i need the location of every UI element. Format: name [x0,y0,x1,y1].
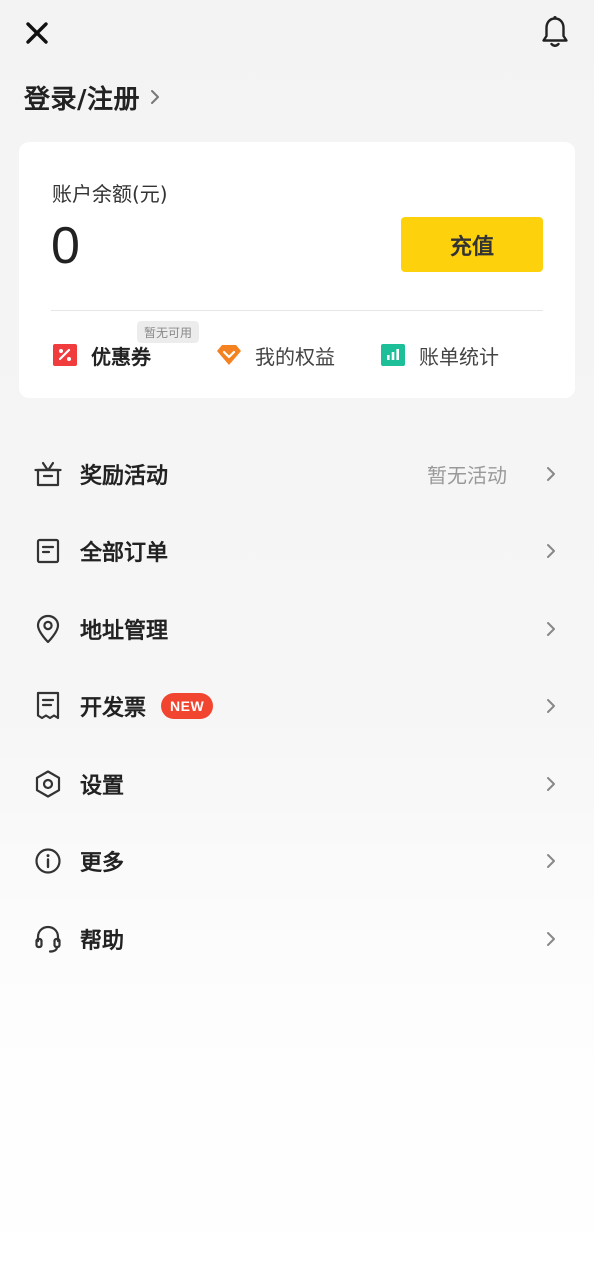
gift-icon [33,459,63,489]
menu-item-help[interactable]: 帮助 [0,900,594,978]
close-button[interactable] [22,18,52,48]
close-icon [26,22,48,44]
menu-list: 奖励活动 暂无活动 全部订单 地址管理 开发票 NEW 设置 更多 帮助 [0,435,594,978]
settings-hexagon-icon [33,769,63,799]
menu-item-label: 地址管理 [80,618,169,644]
chevron-right-icon [546,621,556,637]
coupon-shortcut[interactable]: 优惠券 [53,340,151,370]
menu-item-label: 更多 [80,851,125,877]
chevron-right-icon [546,466,556,482]
diamond-icon [217,343,241,367]
coupon-icon [53,343,77,367]
menu-item-rewards[interactable]: 奖励活动 暂无活动 [0,435,594,513]
chevron-right-icon [546,698,556,714]
menu-item-settings[interactable]: 设置 [0,745,594,823]
menu-item-label: 帮助 [80,928,125,954]
order-icon [33,536,63,566]
rights-shortcut[interactable]: 我的权益 [217,340,335,370]
rights-label: 我的权益 [255,344,335,369]
chevron-right-icon [546,543,556,559]
login-register-link[interactable]: 登录/注册 [24,78,160,116]
menu-item-subtext: 暂无活动 [427,463,507,488]
menu-item-invoice[interactable]: 开发票 NEW [0,668,594,746]
balance-label: 账户余额(元) [52,182,168,206]
chevron-right-icon [546,776,556,792]
chevron-right-icon [546,853,556,869]
recharge-button[interactable]: 充值 [401,217,543,272]
new-badge: NEW [161,693,214,720]
coupon-label: 优惠券 [91,344,151,369]
menu-item-label: 奖励活动 [80,463,169,489]
menu-item-label: 设置 [80,773,125,799]
menu-item-label: 开发票 [80,696,147,722]
bills-shortcut[interactable]: 账单统计 [381,340,499,370]
headset-icon [33,924,63,954]
chevron-right-icon [546,931,556,947]
bills-label: 账单统计 [419,344,499,369]
notification-button[interactable] [538,14,572,50]
login-register-label: 登录/注册 [24,84,140,115]
chevron-right-icon [150,89,160,105]
menu-item-address[interactable]: 地址管理 [0,590,594,668]
top-bar [0,0,594,64]
bell-icon [542,16,568,47]
info-icon [33,846,63,876]
divider [51,310,543,311]
invoice-icon [33,691,63,721]
menu-item-more[interactable]: 更多 [0,823,594,901]
bar-chart-icon [381,343,405,367]
location-pin-icon [33,614,63,644]
balance-value: 0 [51,217,80,275]
menu-item-label: 全部订单 [80,541,169,567]
account-card: 账户余额(元) 0 充值 暂无可用 优惠券 我的权益 账单统计 [19,142,575,398]
menu-item-orders[interactable]: 全部订单 [0,513,594,591]
